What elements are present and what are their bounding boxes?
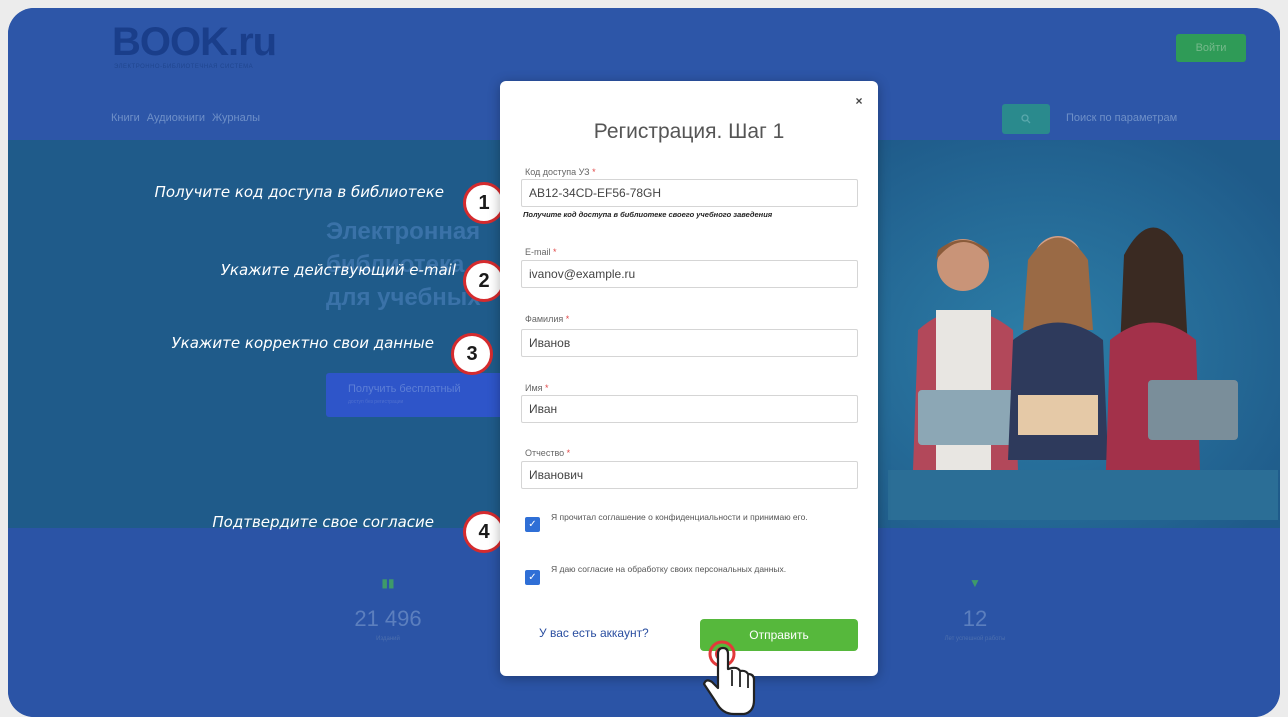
callout-badge-4: 4 [463,511,505,553]
callout-text-3: Укажите корректно свои данные [171,334,434,352]
search-icon [1021,114,1031,124]
middle-name-label-text: Отчество [525,448,565,458]
free-access-sublabel: доступ без регистрации [348,399,404,405]
screenshot-frame: BOOK.ru ЭЛЕКТРОННО-БИБЛИОТЕЧНАЯ СИСТЕМА … [8,8,1280,717]
students-illustration [888,180,1278,520]
stat-editions-value: 21 496 [354,606,422,631]
stat-years: ▼ 12 Лет успешной работы [930,576,1020,642]
required-mark: * [565,314,570,324]
middle-name-input[interactable]: Иванович [521,461,858,489]
search-params-link[interactable]: Поиск по параметрам [1066,112,1177,124]
required-mark: * [545,383,549,393]
book-icon: ▮▮ [381,576,395,590]
logo-subtitle: ЭЛЕКТРОННО-БИБЛИОТЕЧНАЯ СИСТЕМА [114,64,254,70]
required-mark: * [566,448,571,458]
modal-title: Регистрация. Шаг 1 [593,120,785,143]
email-input[interactable]: ivanov@example.ru [521,260,858,288]
access-code-hint: Получите код доступа в библиотеке своего… [523,210,773,219]
callout-text-1: Получите код доступа в библиотеке [154,183,444,201]
stat-editions-label: Изданий [376,636,400,642]
callout-badge-1: 1 [463,182,505,224]
stat-years-value: 12 [962,606,988,631]
access-code-label: Код доступа УЗ * [525,167,596,177]
personal-data-consent-label: Я даю согласие на обработку своих персон… [551,564,787,574]
personal-data-checkbox[interactable]: ✓ [525,570,540,585]
middle-name-label: Отчество * [525,448,570,458]
last-name-input[interactable]: Иванов [521,329,858,357]
last-name-label: Фамилия * [525,314,569,324]
access-code-label-text: Код доступа УЗ [525,167,590,177]
login-button[interactable]: Войти [1176,34,1246,62]
stat-years-label: Лет успешной работы [944,636,1006,642]
last-name-label-text: Фамилия [525,314,564,324]
privacy-consent-label: Я прочитал соглашение о конфиденциальнос… [551,512,808,522]
required-mark: * [553,247,557,257]
email-label: E-mail * [525,247,557,257]
email-label-text: E-mail [525,247,551,257]
first-name-label: Имя * [525,383,549,393]
nav-item-journals[interactable]: Журналы [212,112,260,124]
nav-item-books[interactable]: Книги [111,112,140,124]
callout-text-2: Укажите действующий e-mail [220,261,456,279]
callout-badge-2: 2 [463,260,505,302]
free-access-label: Получить бесплатный [348,383,461,395]
close-button[interactable]: × [850,92,868,110]
nav-item-audiobooks[interactable]: Аудиокниги [147,112,205,124]
free-access-button[interactable]: Получить бесплатный доступ без регистрац… [326,373,506,417]
stat-editions: ▮▮ 21 496 Изданий [353,576,423,642]
required-mark: * [592,167,596,177]
main-nav: Книги Аудиокниги Журналы [111,112,260,124]
first-name-label-text: Имя [525,383,543,393]
access-code-input[interactable]: AB12-34CD-EF56-78GH [521,179,858,207]
search-button[interactable] [1002,104,1050,134]
hand-cursor-icon [692,636,762,716]
trophy-icon: ▼ [969,576,981,590]
have-account-link[interactable]: У вас есть аккаунт? [539,626,649,640]
registration-modal: × Регистрация. Шаг 1 Код доступа УЗ * AB… [500,81,878,676]
callout-badge-3: 3 [451,333,493,375]
callout-text-4: Подтвердите свое согласие [212,513,434,531]
first-name-input[interactable]: Иван [521,395,858,423]
site-logo[interactable]: BOOK.ru [112,20,277,65]
privacy-checkbox[interactable]: ✓ [525,517,540,532]
